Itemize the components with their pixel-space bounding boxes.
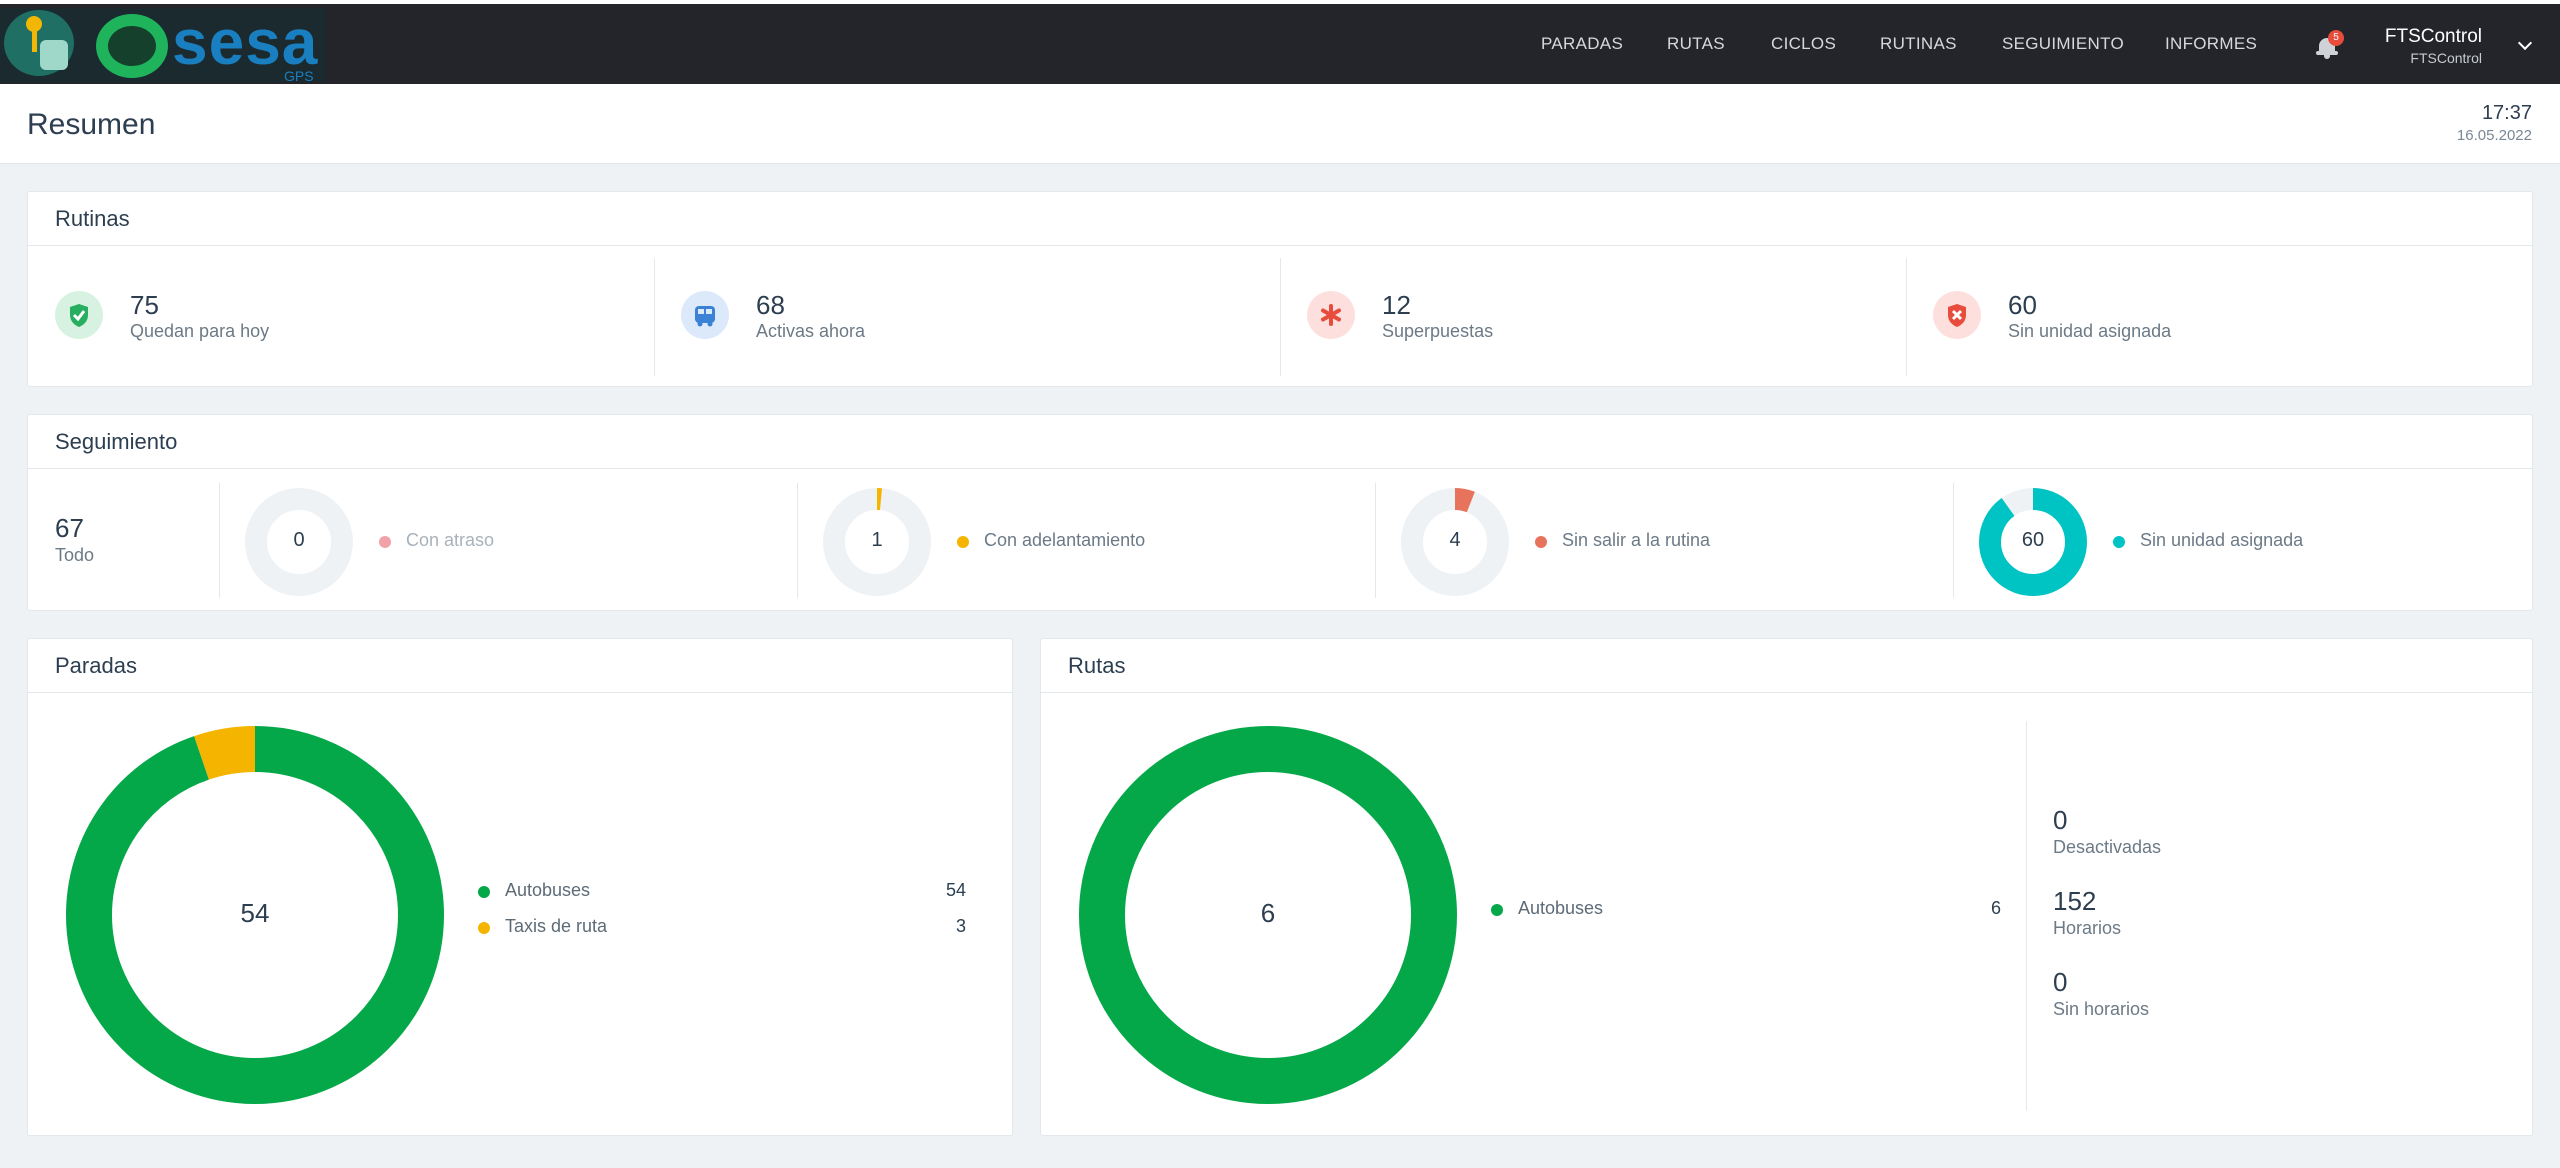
stat-value: 75 xyxy=(130,290,159,320)
legend-dot xyxy=(957,536,969,548)
stat-value: 0 xyxy=(2053,805,2068,835)
nav-rutinas[interactable]: RUTINAS xyxy=(1880,34,1957,54)
gauge-label: Con atraso xyxy=(406,530,495,550)
nav-seguimiento[interactable]: SEGUIMIENTO xyxy=(2002,34,2124,54)
nav-ciclos[interactable]: CICLOS xyxy=(1771,34,1836,54)
shield-x-icon xyxy=(1933,291,1981,339)
stat-value: 60 xyxy=(2008,290,2037,320)
card-title: Rutinas xyxy=(55,206,130,231)
stat-label: Desactivadas xyxy=(2053,837,2162,857)
stat-label: Sin horarios xyxy=(2053,999,2150,1019)
legend-label: Autobuses xyxy=(505,880,591,900)
nav-rutas[interactable]: RUTAS xyxy=(1667,34,1725,54)
rutas-card: Rutas 6 Autobuses 6 0 Desactivadas 152 Ho… xyxy=(1040,638,2533,1136)
brand-wordmark: sesa xyxy=(172,6,319,78)
gauge-label: Sin unidad asignada xyxy=(2140,530,2304,550)
bus-icon xyxy=(681,291,729,339)
stat-value: 152 xyxy=(2053,886,2097,916)
total-value: 67 xyxy=(55,513,84,543)
gauge-value: 4 xyxy=(1449,529,1461,551)
card-title: Seguimiento xyxy=(55,429,178,454)
page-title: Resumen xyxy=(27,108,156,141)
legend-dot xyxy=(379,536,391,548)
top-navbar: sesa GPS PARADAS RUTAS CICLOS RUTINAS SE… xyxy=(0,0,2560,84)
gauge-value: 60 xyxy=(2021,529,2045,551)
stat-value: 12 xyxy=(1382,290,1411,320)
legend-dot xyxy=(478,886,490,898)
notification-badge: 5 xyxy=(2328,30,2344,46)
paradas-card: Paradas 54 Autobuses 54 Taxis de ruta 3 xyxy=(27,638,1013,1136)
gauge-label: Sin salir a la rutina xyxy=(1562,530,1711,550)
ring-icon xyxy=(96,14,168,78)
stat-value: 68 xyxy=(756,290,785,320)
legend-dot xyxy=(1491,904,1503,916)
legend-value: 6 xyxy=(1990,898,2001,918)
clock-date: 16.05.2022 xyxy=(2456,127,2532,144)
nav-informes[interactable]: INFORMES xyxy=(2165,34,2257,54)
shield-check-icon xyxy=(55,291,103,339)
bell-icon[interactable]: 5 xyxy=(2316,30,2344,60)
key-car-icon xyxy=(4,10,74,76)
rutas-total: 6 xyxy=(1260,898,1276,928)
stat-label: Quedan para hoy xyxy=(130,321,270,341)
clock-time: 17:37 xyxy=(2481,102,2532,124)
legend-dot xyxy=(2113,536,2125,548)
paradas-total: 54 xyxy=(240,898,270,928)
card-title: Paradas xyxy=(55,653,137,678)
stat-label: Activas ahora xyxy=(756,321,866,341)
gauge-value: 0 xyxy=(293,529,305,551)
chevron-down-icon[interactable] xyxy=(2517,35,2533,51)
rutinas-card: Rutinas 75 Quedan para hoy 68 Activas ah… xyxy=(27,191,2533,387)
asterisk-icon xyxy=(1307,291,1355,339)
gauge-value: 1 xyxy=(871,529,883,551)
brand-sub: GPS xyxy=(284,68,314,84)
total-label: Todo xyxy=(55,545,95,565)
stat-label: Superpuestas xyxy=(1382,321,1494,341)
seguimiento-card: Seguimiento 67 Todo 0 Con atraso 1 Con adel… xyxy=(27,414,2533,611)
stat-value: 0 xyxy=(2053,967,2068,997)
legend-label: Taxis de ruta xyxy=(505,916,608,936)
legend-dot xyxy=(478,922,490,934)
user-name: FTSControl xyxy=(2384,26,2482,47)
clock: 17:37 16.05.2022 xyxy=(2457,102,2532,144)
legend-value: 54 xyxy=(945,880,966,900)
user-account: FTSControl xyxy=(2410,50,2482,66)
stat-label: Horarios xyxy=(2053,918,2122,938)
nav-paradas[interactable]: PARADAS xyxy=(1541,34,1623,54)
user-menu[interactable]: FTSControl FTSControl xyxy=(2385,26,2482,66)
legend-dot xyxy=(1535,536,1547,548)
page-header: Resumen 17:37 16.05.2022 xyxy=(0,84,2560,164)
legend-label: Autobuses xyxy=(1518,898,1604,918)
brand-logo[interactable]: sesa GPS xyxy=(0,6,325,84)
legend-value: 3 xyxy=(955,916,966,936)
stat-label: Sin unidad asignada xyxy=(2008,321,2172,341)
gauge-label: Con adelantamiento xyxy=(984,530,1146,550)
card-title: Rutas xyxy=(1068,653,1126,678)
